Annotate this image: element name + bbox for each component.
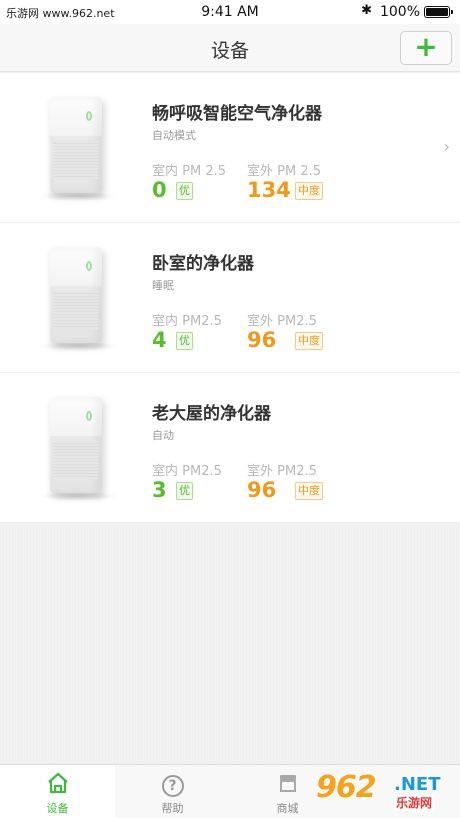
indoor-quality-badge: 优 [176, 182, 193, 200]
watermark-logo: 962 .NET 乐游网 [316, 768, 456, 816]
tab-help[interactable]: ? 帮助 [115, 765, 230, 818]
purifier-grille [54, 441, 98, 479]
navigation-bar: 设备 + [0, 24, 460, 72]
purifier-grille [54, 141, 98, 179]
add-device-button[interactable]: + [400, 31, 452, 65]
device-mode: 自动模式 [152, 129, 196, 142]
battery-icon [424, 6, 453, 18]
indoor-pm-value: 3 [152, 478, 167, 502]
device-card[interactable]: 老大屋的净化器 自动 室内 PM2.5 室外 PM2.5 3 优 96 中度 [0, 373, 460, 523]
outdoor-pm-label: 室外 PM 2.5 [247, 164, 321, 179]
device-name: 卧室的净化器 [152, 254, 254, 274]
watermark-site: 乐游网 [394, 794, 435, 811]
watermark-net: .NET [394, 774, 441, 795]
outdoor-pm-value: 96 [247, 328, 277, 352]
indoor-quality-badge: 优 [176, 332, 193, 350]
purifier-led-icon [86, 411, 92, 421]
watermark-962: 962 [316, 770, 377, 805]
device-mode: 自动 [152, 429, 174, 442]
page-title: 设备 [210, 40, 249, 62]
empty-background [0, 524, 460, 764]
help-icon: ? [115, 771, 230, 797]
air-purifier-image [50, 397, 102, 493]
purifier-grille [54, 291, 98, 329]
indoor-quality-badge: 优 [176, 482, 193, 500]
device-card[interactable]: 畅呼吸智能空气净化器 自动模式 室内 PM 2.5 室外 PM 2.5 0 优 … [0, 73, 460, 223]
device-list: 畅呼吸智能空气净化器 自动模式 室内 PM 2.5 室外 PM 2.5 0 优 … [0, 73, 460, 523]
indoor-pm-value: 0 [152, 178, 167, 202]
outdoor-quality-badge: 中度 [295, 482, 323, 500]
purifier-led-icon [86, 111, 92, 121]
home-icon [0, 771, 115, 795]
outdoor-quality-badge: 中度 [295, 332, 323, 350]
bluetooth-icon: ✱ [361, 3, 372, 18]
purifier-led-icon [86, 261, 92, 271]
device-name: 畅呼吸智能空气净化器 [152, 104, 322, 124]
outdoor-quality-badge: 中度 [295, 182, 323, 200]
air-purifier-image [50, 97, 102, 193]
tab-label: 帮助 [161, 802, 184, 815]
tab-label: 设备 [46, 802, 69, 815]
outdoor-pm-label: 室外 PM2.5 [247, 314, 317, 329]
device-mode: 睡眠 [152, 279, 174, 292]
indoor-pm-value: 4 [152, 328, 167, 352]
air-purifier-image [50, 247, 102, 343]
device-card[interactable]: 卧室的净化器 睡眠 室内 PM2.5 室外 PM2.5 4 优 96 中度 [0, 223, 460, 373]
outdoor-pm-value: 96 [247, 478, 277, 502]
indoor-pm-label: 室内 PM 2.5 [152, 164, 226, 179]
indoor-pm-label: 室内 PM2.5 [152, 464, 222, 479]
chevron-right-icon[interactable]: › [444, 137, 450, 156]
outdoor-pm-value: 134 [247, 178, 291, 202]
battery-percent: 100% [379, 4, 420, 20]
status-bar: 乐游网 www.962.net 9:41 AM ✱ 100% [0, 0, 460, 24]
tab-devices[interactable]: 设备 [0, 765, 115, 818]
indoor-pm-label: 室内 PM2.5 [152, 314, 222, 329]
device-name: 老大屋的净化器 [152, 404, 271, 424]
outdoor-pm-label: 室外 PM2.5 [247, 464, 317, 479]
